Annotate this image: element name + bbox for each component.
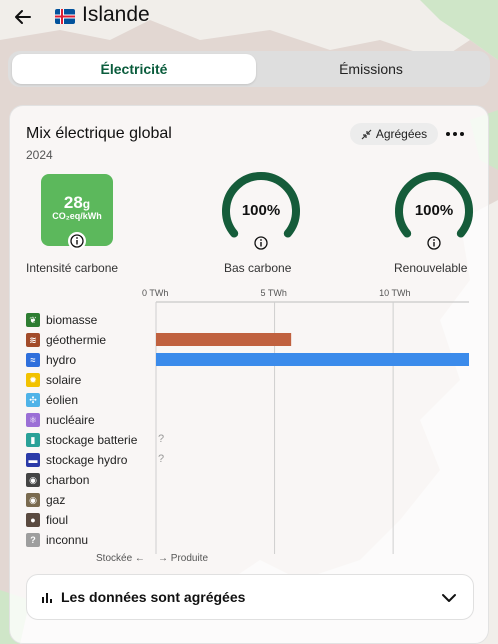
card-year: 2024 [26,148,53,162]
carbon-intensity-info-button[interactable] [68,232,86,250]
iceland-flag-icon [55,9,75,24]
more-options-button[interactable] [442,123,468,145]
gas-icon: ◉ [26,493,40,507]
oil-icon: ● [26,513,40,527]
unknown-value-marker: ? [158,433,165,445]
coal-icon: ◉ [26,473,40,487]
biomass-icon: ❦ [26,313,40,327]
info-icon [70,234,84,248]
arrow-left-icon [15,10,31,24]
bar[interactable] [156,353,469,366]
info-icon [254,236,268,250]
geothermal-icon: ≋ [26,333,40,347]
renewable-info-button[interactable] [425,234,443,252]
aggregated-data-label: Les données sont agrégées [61,589,246,605]
legend-label: hydro [46,353,77,367]
bar-chart-icon [42,593,52,603]
wind-icon: ✣ [26,393,40,407]
low-carbon-info-button[interactable] [252,234,270,252]
legend-label: gaz [46,493,66,507]
legend-item: ◉ charbon [26,472,89,488]
x-tick-label: 5 TWh [260,288,287,298]
more-dot-icon [453,132,457,136]
header: Islande [0,0,498,34]
tab-bar: Électricité Émissions [8,51,490,87]
legend-item: ? inconnu [26,532,88,548]
x-tick-label: 0 TWh [142,288,169,298]
carbon-intensity-label: Intensité carbone [26,261,119,275]
carbon-intensity-value: 28g [63,193,91,212]
legend-label: fioul [46,513,69,527]
collapse-arrows-icon [361,129,372,139]
bar[interactable] [156,333,292,346]
legend-label: charbon [46,473,90,487]
low-carbon-value: 100% [241,202,281,219]
legend-item: ◉ gaz [26,492,65,508]
nuclear-icon: ⚛ [26,413,40,427]
produced-label: → Produite [158,553,209,564]
legend-label: stockage hydro [46,453,128,467]
aggregated-data-expander[interactable]: Les données sont agrégées [26,574,474,620]
x-tick-label: 10 TWh [379,288,411,298]
legend-item: ⚛ nucléaire [26,412,95,428]
legend-item: ≋ géothermie [26,332,106,348]
country-name: Islande [82,3,150,26]
stored-label: Stockée ← [96,553,145,564]
more-dot-icon [460,132,464,136]
carbon-intensity-unit: CO₂eq/kWh [52,211,102,221]
legend-item: ▬ stockage hydro [26,452,127,468]
legend-item: ≈ hydro [26,352,76,368]
legend-item: ✹ solaire [26,372,81,388]
battery-storage-icon: ▮ [26,433,40,447]
legend-item: ▮ stockage batterie [26,432,137,448]
electricity-mix-card: Mix électrique global 2024 Agrégées 28g … [9,105,489,644]
tab-emissions[interactable]: Émissions [256,54,486,84]
legend-label: stockage batterie [46,433,138,447]
aggregate-toggle-label: Agrégées [375,127,428,141]
aggregate-toggle-button[interactable]: Agrégées [350,123,438,145]
back-button[interactable] [10,4,36,30]
solar-icon: ✹ [26,373,40,387]
chevron-down-icon [442,594,456,602]
legend-label: éolien [46,393,79,407]
carbon-intensity-box: 28g CO₂eq/kWh [41,174,113,250]
info-icon [427,236,441,250]
low-carbon-label: Bas carbone [224,261,292,275]
legend-label: biomasse [46,313,98,327]
tab-electricity[interactable]: Électricité [12,54,256,84]
legend-label: solaire [46,373,82,387]
renewable-value: 100% [414,202,454,219]
hydro-icon: ≈ [26,353,40,367]
legend-item: ❦ biomasse [26,312,97,328]
legend-item: ● fioul [26,512,68,528]
hydro-storage-icon: ▬ [26,453,40,467]
legend-label: nucléaire [46,413,95,427]
renewable-label: Renouvelable [394,261,468,275]
legend-item: ✣ éolien [26,392,78,408]
unknown-value-marker: ? [158,453,165,465]
card-title: Mix électrique global [26,125,172,142]
legend-label: inconnu [46,533,89,547]
production-chart: 0 TWh 5 TWh 10 TWh ❦ biomasse ≋ géothermie ≈ hyd… [10,286,490,566]
unknown-icon: ? [26,533,40,547]
more-dot-icon [446,132,450,136]
legend-label: géothermie [46,333,107,347]
